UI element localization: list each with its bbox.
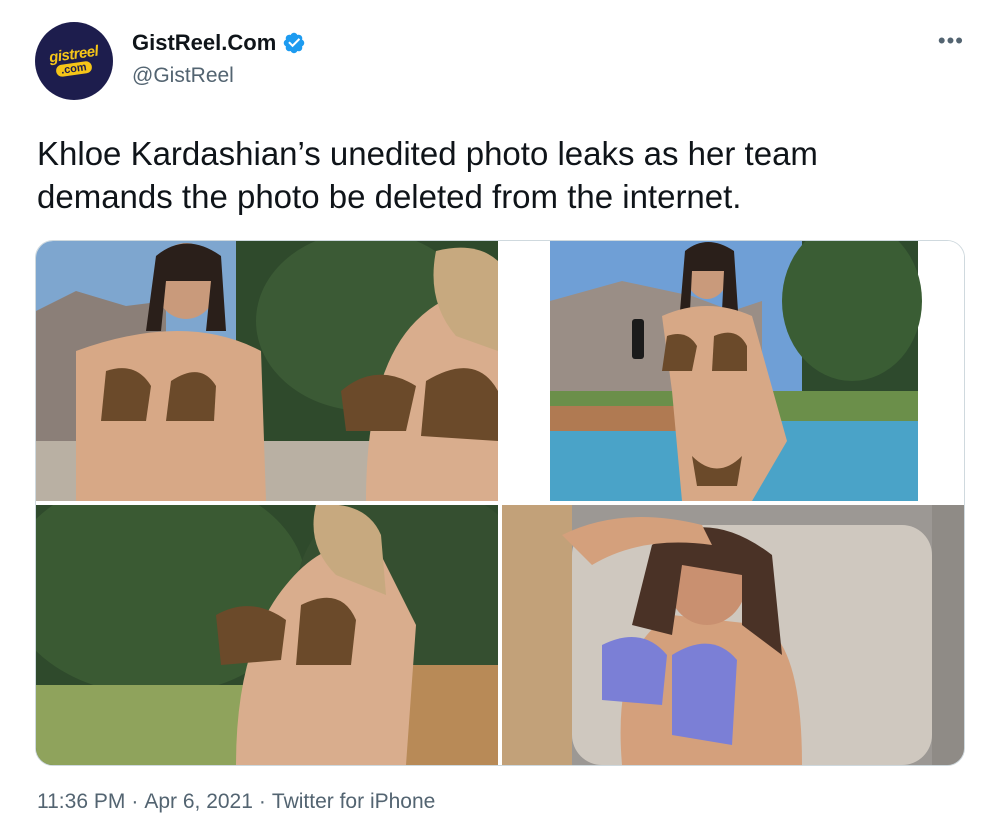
avatar[interactable]: gistreel .com (35, 22, 113, 100)
photo-2-image (502, 241, 964, 501)
tweet-meta: 11:36 PM · Apr 6, 2021 · Twitter for iPh… (37, 790, 435, 814)
photo-1-image (36, 241, 498, 501)
verified-badge-icon (284, 32, 305, 54)
tweet-text: Khloe Kardashian’s unedited photo leaks … (37, 135, 818, 215)
photo-1[interactable] (36, 241, 498, 501)
tweet-date[interactable]: Apr 6, 2021 (144, 790, 253, 814)
tweet-time[interactable]: 11:36 PM (37, 790, 125, 814)
author-handle[interactable]: @GistReel (132, 64, 234, 88)
meta-separator-2: · (258, 790, 266, 813)
photo-4-image (502, 505, 964, 765)
meta-separator: · (131, 790, 139, 813)
photo-4[interactable] (502, 505, 964, 765)
photo-3[interactable] (36, 505, 498, 765)
display-name[interactable]: GistReel.Com (132, 30, 276, 56)
tweet-source[interactable]: Twitter for iPhone (272, 790, 435, 814)
media-grid (35, 240, 965, 766)
tweet-card: gistreel .com GistReel.Com @GistReel •••… (0, 0, 1000, 820)
author-name-row[interactable]: GistReel.Com (132, 30, 306, 56)
more-options-icon[interactable]: ••• (938, 28, 964, 54)
photo-3-image (36, 505, 498, 765)
photo-2[interactable] (502, 241, 964, 501)
